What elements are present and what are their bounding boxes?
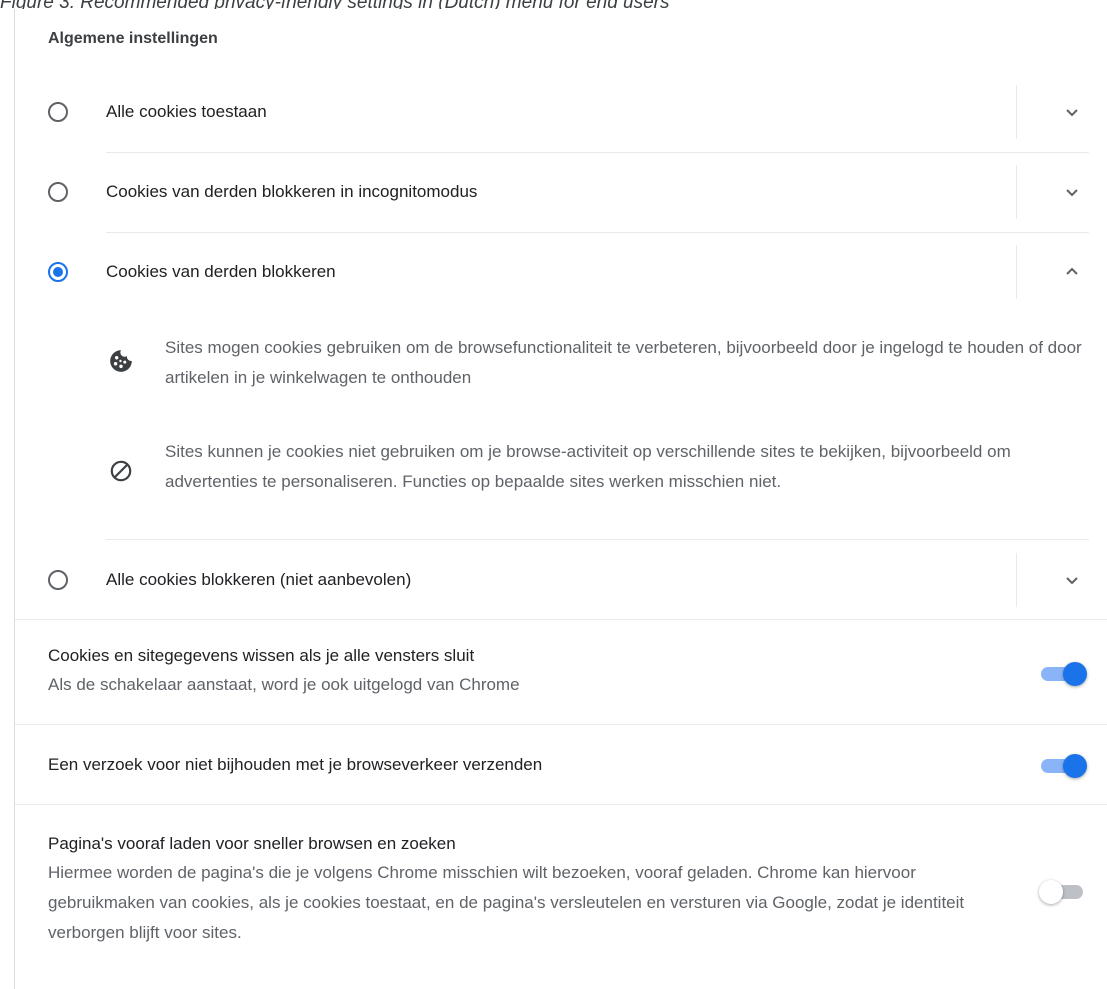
section-title: Algemene instellingen: [48, 30, 218, 47]
cookie-option-block-third-party[interactable]: Cookies van derden blokkeren: [15, 245, 1107, 299]
divider: [106, 232, 1089, 233]
setting-clear-on-exit[interactable]: Cookies en sitegegevens wissen als je al…: [15, 620, 1107, 724]
detail-text-blocked: Sites kunnen je cookies niet gebruiken o…: [165, 442, 1011, 491]
setting-preload-pages[interactable]: Pagina's vooraf laden voor sneller brows…: [15, 805, 1107, 975]
option-label: Alle cookies blokkeren (niet aanbevolen): [106, 570, 412, 589]
cookie-settings-card: Algemene instellingen Alle cookies toest…: [14, 9, 1107, 989]
cookie-icon: [110, 350, 132, 372]
divider: [106, 539, 1089, 540]
do-not-track-toggle[interactable]: [1039, 753, 1089, 778]
chevron-down-icon[interactable]: [1060, 180, 1084, 204]
block-icon: [110, 460, 132, 482]
setting-subtitle: Hiermee worden de pagina's die je volgen…: [48, 863, 965, 942]
chevron-down-icon[interactable]: [1060, 100, 1084, 124]
divider: [106, 152, 1089, 153]
chevron-up-icon[interactable]: [1060, 260, 1084, 284]
option-label: Alle cookies toestaan: [106, 102, 267, 121]
divider: [1016, 165, 1017, 219]
cookie-option-allow-all[interactable]: Alle cookies toestaan: [15, 85, 1107, 139]
option-label: Cookies van derden blokkeren: [106, 262, 336, 281]
divider: [1016, 85, 1017, 139]
setting-do-not-track[interactable]: Een verzoek voor niet bijhouden met je b…: [15, 725, 1107, 803]
radio-block-third-party-incognito[interactable]: [48, 182, 68, 202]
radio-allow-all[interactable]: [48, 102, 68, 122]
detail-text-allowed: Sites mogen cookies gebruiken om de brow…: [165, 338, 1082, 387]
setting-title: Cookies en sitegegevens wissen als je al…: [48, 646, 475, 665]
cookie-option-block-all[interactable]: Alle cookies blokkeren (niet aanbevolen): [15, 553, 1107, 607]
radio-block-all[interactable]: [48, 570, 68, 590]
cookie-option-block-third-party-incognito[interactable]: Cookies van derden blokkeren in incognit…: [15, 165, 1107, 219]
divider: [1016, 245, 1017, 299]
chevron-down-icon[interactable]: [1060, 568, 1084, 592]
preload-pages-toggle[interactable]: [1039, 879, 1089, 904]
setting-title: Pagina's vooraf laden voor sneller brows…: [48, 834, 456, 853]
clear-on-exit-toggle[interactable]: [1039, 661, 1089, 686]
setting-subtitle: Als de schakelaar aanstaat, word je ook …: [48, 675, 520, 694]
divider: [1016, 553, 1017, 607]
option-label: Cookies van derden blokkeren in incognit…: [106, 182, 478, 201]
setting-title: Een verzoek voor niet bijhouden met je b…: [48, 755, 543, 774]
radio-block-third-party[interactable]: [48, 262, 68, 282]
